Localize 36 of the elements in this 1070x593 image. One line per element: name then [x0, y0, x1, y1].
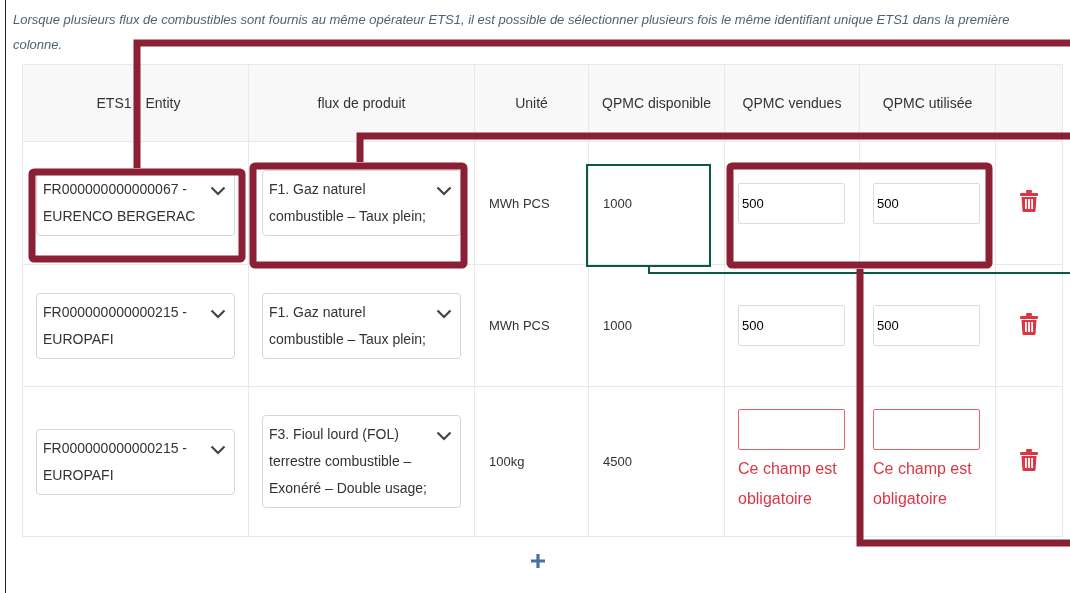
chevron-down-icon [210, 444, 226, 455]
product-flow-select[interactable]: F1. Gaz naturel combustible – Taux plein; [262, 170, 461, 236]
chevron-down-icon [436, 431, 452, 441]
entity-select[interactable]: FR000000000000215 - EUROPAFI [36, 428, 235, 495]
column-header: ETS1 Entity [95, 93, 181, 113]
column-header: Unité [514, 93, 549, 113]
error-message: Ce champ est obligatoire [873, 459, 973, 509]
quantity-input[interactable] [873, 409, 980, 450]
unit-text: MWh PCS [489, 318, 550, 333]
column-header: QPMC utilisée [881, 93, 974, 113]
error-message: Ce champ est obligatoire [738, 459, 838, 509]
column-header: QPMC vendues [741, 93, 843, 113]
quantity-input[interactable] [738, 409, 845, 450]
column-header: QPMC disponible [601, 93, 712, 113]
trash-icon[interactable] [1020, 448, 1038, 471]
product-flow-select[interactable]: F3. Fioul lourd (FOL) terrestre combustible – Exonéré – Double usage; [262, 415, 461, 508]
chevron-down-icon [210, 308, 226, 319]
quantity-input[interactable]: 500 [873, 305, 980, 346]
unit-text: MWh PCS [489, 195, 550, 211]
available-quantity: 1000 [603, 318, 632, 333]
chevron-down-icon [436, 186, 452, 196]
quantity-input[interactable]: 500 [738, 305, 845, 346]
entity-select[interactable]: FR000000000000215 - EUROPAFI [36, 292, 235, 359]
chevron-down-icon [436, 308, 452, 319]
quantity-input[interactable]: 500 [738, 182, 845, 224]
unit-text: 100kg [489, 454, 525, 469]
help-note: Lorsque plusieurs flux de combustibles sont fournis au même opérateur ETS1, il est possible de sélectionner plusieurs fois le même identifiant unique ETS1 dans la première colonne. [12, 11, 1011, 54]
chevron-down-icon [210, 186, 226, 196]
plus-icon[interactable] [530, 553, 546, 569]
product-flow-select[interactable]: F1. Gaz naturel combustible – Taux plein; [262, 292, 461, 359]
quantity-input[interactable]: 500 [873, 182, 980, 224]
available-quantity: 1000 [603, 195, 632, 211]
column-header: flux de produit [316, 93, 407, 113]
trash-icon[interactable] [1020, 312, 1038, 335]
available-quantity: 4500 [603, 454, 632, 469]
trash-icon[interactable] [1020, 190, 1038, 212]
